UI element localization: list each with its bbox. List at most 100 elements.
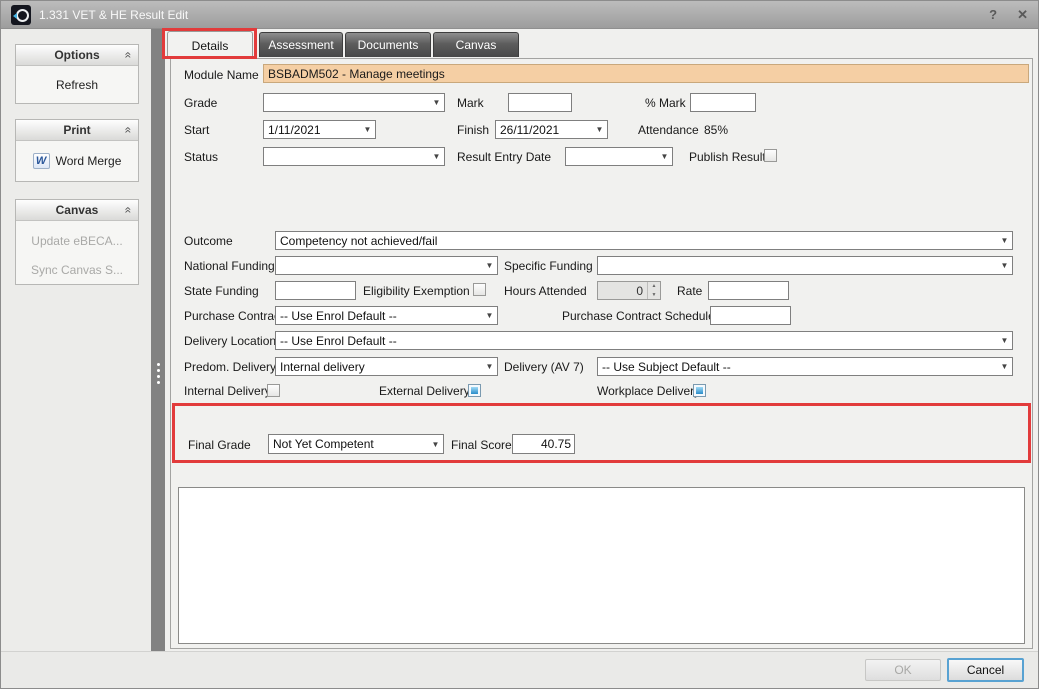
dropdown-arrow-icon: ▼ <box>429 148 444 165</box>
workplace-delivery-checkbox[interactable] <box>693 384 706 397</box>
final-score-input[interactable] <box>512 434 575 454</box>
tab-details[interactable]: Details <box>167 31 253 59</box>
close-icon[interactable]: ✕ <box>1017 7 1028 23</box>
predom-delivery-label: Predom. Delivery <box>184 360 276 374</box>
status-value <box>264 148 429 165</box>
predom-delivery-dropdown[interactable]: Internal delivery ▼ <box>275 357 498 376</box>
help-icon[interactable]: ? <box>989 7 997 22</box>
canvas-panel-header[interactable]: Canvas « <box>16 200 138 221</box>
result-entry-date-label: Result Entry Date <box>457 150 551 164</box>
refresh-label: Refresh <box>56 78 98 92</box>
collapse-chevron-icon[interactable]: « <box>122 52 136 59</box>
start-date-dropdown[interactable]: 1/11/2021 ▼ <box>263 120 376 139</box>
final-grade-value: Not Yet Competent <box>269 435 428 453</box>
result-entry-date-dropdown[interactable]: ▼ <box>565 147 673 166</box>
tab-canvas-label: Canvas <box>456 38 497 52</box>
spinner-up-icon[interactable]: ▲ <box>648 282 660 291</box>
specific-funding-dropdown[interactable]: ▼ <box>597 256 1013 275</box>
dropdown-arrow-icon: ▼ <box>997 257 1012 274</box>
window-title: 1.331 VET & HE Result Edit <box>39 8 969 22</box>
purchase-contract-label: Purchase Contract <box>184 309 283 323</box>
word-merge-button[interactable]: W Word Merge <box>16 141 138 181</box>
publish-result-checkbox[interactable] <box>764 149 777 162</box>
canvas-panel: Canvas « Update eBECA... Sync Canvas S..… <box>15 199 139 285</box>
finish-label: Finish <box>457 123 489 137</box>
internal-delivery-checkbox[interactable] <box>267 384 280 397</box>
mark-input[interactable] <box>508 93 572 112</box>
status-label: Status <box>184 150 218 164</box>
national-funding-label: National Funding <box>184 259 275 273</box>
print-panel-title: Print <box>63 123 90 137</box>
national-funding-dropdown[interactable]: ▼ <box>275 256 498 275</box>
final-grade-dropdown[interactable]: Not Yet Competent ▼ <box>268 434 444 454</box>
collapse-chevron-icon[interactable]: « <box>122 127 136 134</box>
splitter-handle[interactable] <box>151 29 165 653</box>
dropdown-arrow-icon: ▼ <box>997 358 1012 375</box>
options-panel-title: Options <box>54 48 99 62</box>
hours-attended-label: Hours Attended <box>504 284 587 298</box>
module-name-field[interactable]: BSBADM502 - Manage meetings <box>263 64 1029 83</box>
dropdown-arrow-icon: ▼ <box>482 257 497 274</box>
splitter-grip-icon <box>157 363 160 366</box>
dialog-window: 1.331 VET & HE Result Edit ? ✕ Options «… <box>0 0 1039 689</box>
options-panel-header[interactable]: Options « <box>16 45 138 66</box>
outcome-label: Outcome <box>184 234 233 248</box>
spinner-down-icon[interactable]: ▼ <box>648 291 660 300</box>
print-panel-header[interactable]: Print « <box>16 120 138 141</box>
delivery-location-dropdown[interactable]: -- Use Enrol Default -- ▼ <box>275 331 1013 350</box>
external-delivery-checkbox[interactable] <box>468 384 481 397</box>
module-name-label: Module Name <box>184 68 259 82</box>
dropdown-arrow-icon: ▼ <box>997 332 1012 349</box>
purchase-contract-schedule-input[interactable] <box>710 306 791 325</box>
rate-input[interactable] <box>708 281 789 300</box>
update-ebeca-button: Update eBECA... <box>16 226 138 255</box>
collapse-chevron-icon[interactable]: « <box>122 207 136 214</box>
delivery-av7-dropdown[interactable]: -- Use Subject Default -- ▼ <box>597 357 1013 376</box>
dropdown-arrow-icon: ▼ <box>997 232 1012 249</box>
attendance-label: Attendance <box>638 123 699 137</box>
hours-attended-spinner[interactable]: 0 ▲ ▼ <box>597 281 661 300</box>
module-name-value: BSBADM502 - Manage meetings <box>268 67 445 81</box>
dropdown-arrow-icon: ▼ <box>657 148 672 165</box>
final-grade-label: Final Grade <box>188 438 251 452</box>
refresh-button[interactable]: Refresh <box>16 66 138 103</box>
external-delivery-label: External Delivery <box>379 384 470 398</box>
grade-value <box>264 94 429 111</box>
attendance-value: 85% <box>704 123 728 137</box>
grade-dropdown[interactable]: ▼ <box>263 93 445 112</box>
eligibility-exemption-checkbox[interactable] <box>473 283 486 296</box>
outcome-dropdown[interactable]: Competency not achieved/fail ▼ <box>275 231 1013 250</box>
update-ebeca-label: Update eBECA... <box>31 234 122 248</box>
pct-mark-label: % Mark <box>645 96 686 110</box>
delivery-av7-label: Delivery (AV 7) <box>504 360 584 374</box>
start-date-value: 1/11/2021 <box>264 121 360 138</box>
notes-textarea[interactable] <box>178 487 1025 644</box>
status-dropdown[interactable]: ▼ <box>263 147 445 166</box>
sync-canvas-label: Sync Canvas S... <box>31 263 123 277</box>
footer-bar: OK Cancel <box>1 651 1038 688</box>
tab-details-label: Details <box>192 39 229 53</box>
app-logo-icon <box>11 5 31 25</box>
sidebar: Options « Refresh Print « W Word Merge C… <box>1 29 151 652</box>
tab-canvas[interactable]: Canvas <box>433 32 519 57</box>
purchase-contract-dropdown[interactable]: -- Use Enrol Default -- ▼ <box>275 306 498 325</box>
workplace-delivery-label: Workplace Delivery <box>597 384 700 398</box>
pct-mark-input[interactable] <box>690 93 756 112</box>
hours-attended-value: 0 <box>598 282 647 299</box>
tab-documents-label: Documents <box>358 38 419 52</box>
tab-documents[interactable]: Documents <box>345 32 431 57</box>
ok-button-label: OK <box>894 663 911 677</box>
tab-assessment[interactable]: Assessment <box>259 32 343 57</box>
mark-label: Mark <box>457 96 484 110</box>
options-panel: Options « Refresh <box>15 44 139 104</box>
specific-funding-value <box>598 257 997 274</box>
start-label: Start <box>184 123 209 137</box>
state-funding-input[interactable] <box>275 281 356 300</box>
purchase-contract-value: -- Use Enrol Default -- <box>276 307 482 324</box>
result-entry-date-value <box>566 148 657 165</box>
predom-delivery-value: Internal delivery <box>276 358 482 375</box>
cancel-button[interactable]: Cancel <box>947 658 1024 682</box>
title-bar: 1.331 VET & HE Result Edit ? ✕ <box>1 1 1038 29</box>
spinner-buttons: ▲ ▼ <box>647 282 660 299</box>
finish-date-dropdown[interactable]: 26/11/2021 ▼ <box>495 120 608 139</box>
